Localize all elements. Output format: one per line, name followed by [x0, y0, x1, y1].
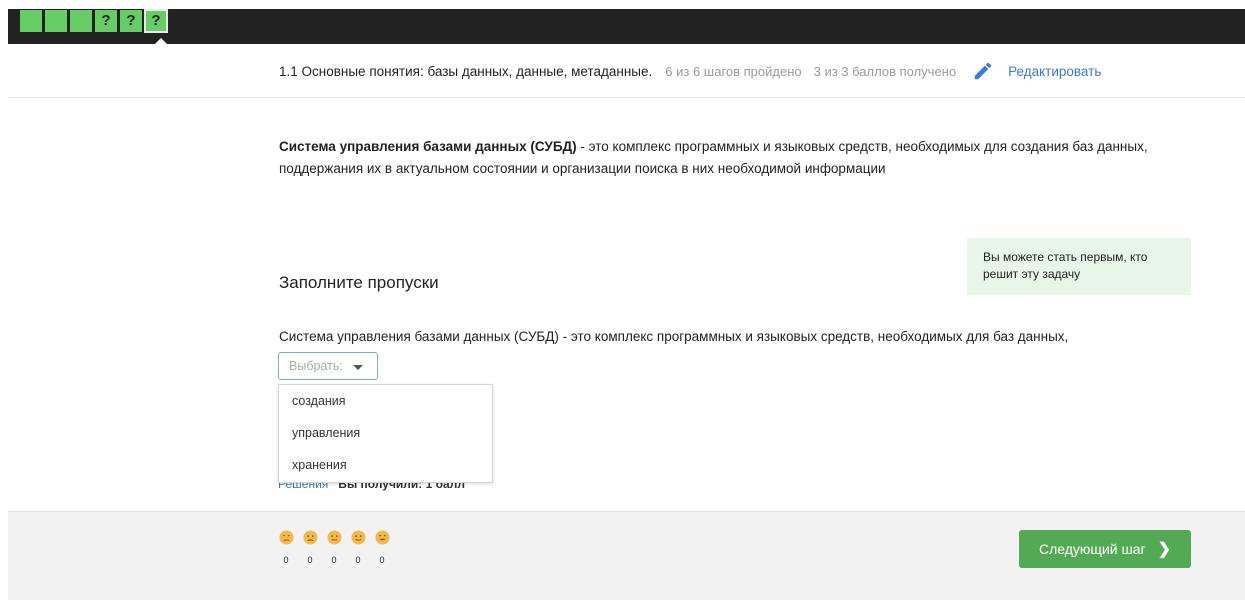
step-5[interactable]: ?: [120, 10, 142, 32]
select-dropdown: создания управления хранения: [278, 384, 493, 483]
reaction-sad[interactable]: 0: [301, 530, 319, 565]
pencil-icon[interactable]: [972, 60, 994, 82]
reaction-list: 0 0 0 0 0: [277, 530, 391, 565]
reaction-angry[interactable]: 0: [277, 530, 295, 565]
step-2[interactable]: [45, 10, 67, 32]
reaction-count: 0: [355, 555, 361, 565]
first-solver-hint: Вы можете стать первым, кто решит эту за…: [967, 238, 1191, 295]
next-step-label: Следующий шаг: [1038, 541, 1146, 557]
angry-face-icon: [278, 530, 294, 545]
reaction-count: 0: [307, 555, 313, 565]
current-step-caret: [154, 38, 168, 45]
points-progress: 3 из 3 баллов получено: [813, 63, 957, 79]
reaction-happy[interactable]: 0: [373, 530, 391, 565]
step-4[interactable]: ?: [95, 10, 117, 32]
step-3[interactable]: [70, 10, 92, 32]
step-6-current[interactable]: ?: [144, 9, 168, 33]
step-progress-bar: ? ? ?: [8, 9, 1245, 45]
lesson-title: 1.1 Основные понятия: базы данных, данны…: [279, 63, 653, 79]
blank-select[interactable]: Выбрать:: [278, 352, 378, 380]
chevron-right-icon: ❯: [1157, 541, 1171, 558]
lesson-header: 1.1 Основные понятия: базы данных, данны…: [279, 61, 1101, 81]
option-sozdaniya[interactable]: создания: [279, 385, 492, 417]
option-upravleniya[interactable]: управления: [279, 417, 492, 449]
task-text: Система управления базами данных (СУБД) …: [279, 329, 1069, 344]
step-1[interactable]: [20, 10, 42, 32]
happy-face-icon: [374, 530, 390, 545]
sad-face-icon: [302, 530, 318, 545]
select-placeholder: Выбрать:: [289, 359, 343, 373]
next-step-button[interactable]: Следующий шаг ❯: [1019, 530, 1191, 568]
definition-term: Система управления базами данных (СУБД): [279, 139, 577, 154]
caret-down-icon: [353, 365, 363, 370]
edit-link[interactable]: Редактировать: [1008, 64, 1101, 79]
neutral-face-icon: [326, 530, 342, 545]
reaction-count: 0: [331, 555, 337, 565]
reaction-count: 0: [379, 555, 385, 565]
steps-progress: 6 из 6 шагов пройдено: [665, 63, 802, 79]
task-title: Заполните пропуски: [279, 273, 439, 292]
reaction-smile[interactable]: 0: [349, 530, 367, 565]
reaction-neutral[interactable]: 0: [325, 530, 343, 565]
smile-face-icon: [350, 530, 366, 545]
reaction-count: 0: [283, 555, 289, 565]
header-divider: [8, 97, 1245, 98]
option-hraneniya[interactable]: хранения: [279, 449, 492, 481]
definition-text: Система управления базами данных (СУБД) …: [279, 136, 1159, 180]
step-list: ? ? ?: [20, 9, 168, 33]
